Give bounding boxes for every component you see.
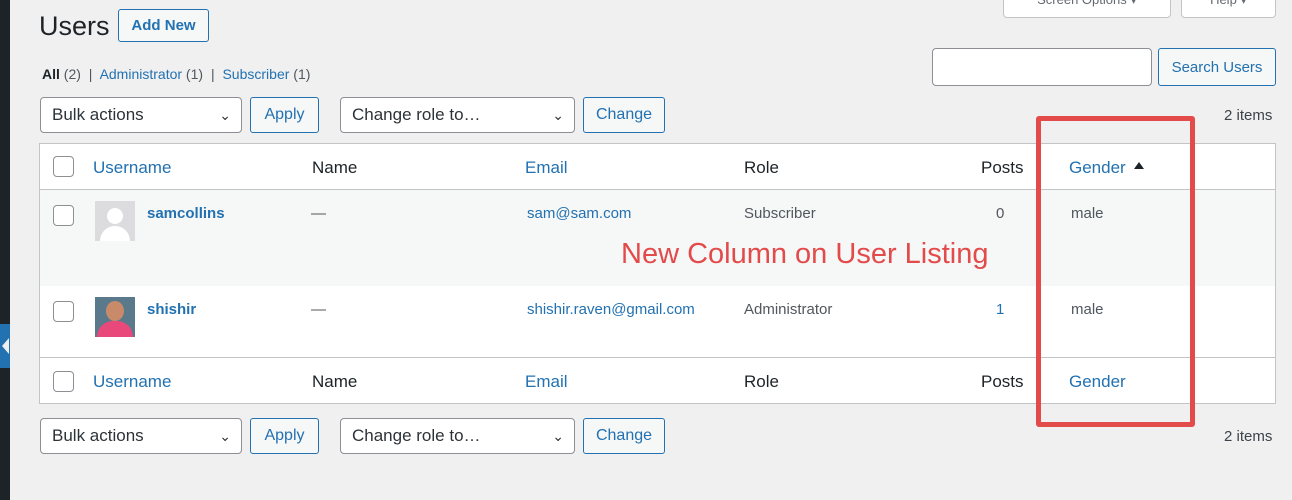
column-gender-label: Gender (1069, 158, 1126, 177)
change-button-top[interactable]: Change (583, 97, 665, 133)
select-all-checkbox[interactable] (53, 156, 74, 177)
column-gender-footer[interactable]: Gender (1069, 372, 1126, 392)
page-title: Users (39, 11, 110, 41)
bulk-actions-value: Bulk actions (52, 105, 144, 124)
filter-subscriber-count: (1) (293, 66, 311, 82)
table-row: shishir — shishir.raven@gmail.com Admini… (40, 286, 1275, 357)
row-gender: male (1071, 205, 1104, 222)
row-posts: 0 (996, 205, 1005, 222)
change-role-select-top[interactable]: Change role to… ⌄ (340, 97, 575, 133)
bulk-actions-select-top[interactable]: Bulk actions ⌄ (40, 97, 242, 133)
chevron-down-icon: ⌄ (552, 428, 564, 444)
chevron-down-icon: ⌄ (552, 107, 564, 123)
collapse-arrow-icon[interactable] (0, 324, 10, 368)
search-users-button[interactable]: Search Users (1158, 48, 1276, 86)
column-name-footer: Name (312, 372, 358, 391)
row-name: — (311, 301, 326, 318)
column-role: Role (744, 158, 779, 177)
chevron-down-icon: ⌄ (219, 428, 231, 444)
apply-button-bottom[interactable]: Apply (250, 418, 319, 454)
role-filter-links: All (2) | Administrator (1) | Subscriber… (42, 66, 310, 82)
column-name: Name (312, 158, 358, 177)
row-username[interactable]: shishir (147, 301, 196, 318)
change-role-value: Change role to… (352, 426, 481, 445)
bulk-actions-select-bottom[interactable]: Bulk actions ⌄ (40, 418, 242, 454)
bulk-actions-value: Bulk actions (52, 426, 144, 445)
sort-ascending-icon (1133, 162, 1144, 170)
column-username-footer[interactable]: Username (93, 372, 171, 392)
column-username[interactable]: Username (93, 158, 171, 178)
filter-all[interactable]: All (42, 66, 60, 82)
column-role-footer: Role (744, 372, 779, 391)
apply-button-top[interactable]: Apply (250, 97, 319, 133)
users-table: Username Name Email Role Posts Gender sa… (39, 143, 1276, 404)
column-posts: Posts (981, 158, 1024, 177)
row-username[interactable]: samcollins (147, 205, 225, 222)
row-role: Administrator (744, 301, 833, 318)
help-tab[interactable]: Help ▾ (1181, 0, 1276, 18)
avatar (95, 201, 135, 241)
filter-separator: | (210, 66, 215, 82)
change-button-bottom[interactable]: Change (583, 418, 665, 454)
row-posts-link[interactable]: 1 (996, 301, 1004, 318)
avatar (95, 297, 135, 337)
search-input[interactable] (932, 48, 1152, 86)
screen-options-tab[interactable]: Screen Options ▾ (1003, 0, 1171, 18)
filter-administrator[interactable]: Administrator (100, 66, 182, 82)
filter-subscriber[interactable]: Subscriber (222, 66, 289, 82)
column-email[interactable]: Email (525, 158, 568, 178)
filter-separator: | (88, 66, 93, 82)
row-email[interactable]: sam@sam.com (527, 205, 631, 222)
add-new-button[interactable]: Add New (118, 9, 209, 42)
row-checkbox[interactable] (53, 205, 74, 226)
select-all-checkbox-footer[interactable] (53, 371, 74, 392)
filter-all-count: (2) (63, 66, 81, 82)
table-header: Username Name Email Role Posts Gender (40, 144, 1275, 190)
column-email-footer[interactable]: Email (525, 372, 568, 392)
row-email[interactable]: shishir.raven@gmail.com (527, 301, 695, 318)
filter-administrator-count: (1) (185, 66, 204, 82)
admin-sidebar-edge (0, 0, 10, 500)
items-count-bottom: 2 items (1224, 428, 1273, 445)
row-checkbox[interactable] (53, 301, 74, 322)
column-posts-footer: Posts (981, 372, 1024, 391)
change-role-value: Change role to… (352, 105, 481, 124)
change-role-select-bottom[interactable]: Change role to… ⌄ (340, 418, 575, 454)
chevron-down-icon: ⌄ (219, 107, 231, 123)
row-role: Subscriber (744, 205, 816, 222)
row-name: — (311, 205, 326, 222)
items-count-top: 2 items (1224, 107, 1273, 124)
row-gender: male (1071, 301, 1104, 318)
annotation-text: New Column on User Listing (621, 238, 989, 270)
table-footer: Username Name Email Role Posts Gender (40, 357, 1275, 403)
column-gender[interactable]: Gender (1069, 158, 1144, 178)
